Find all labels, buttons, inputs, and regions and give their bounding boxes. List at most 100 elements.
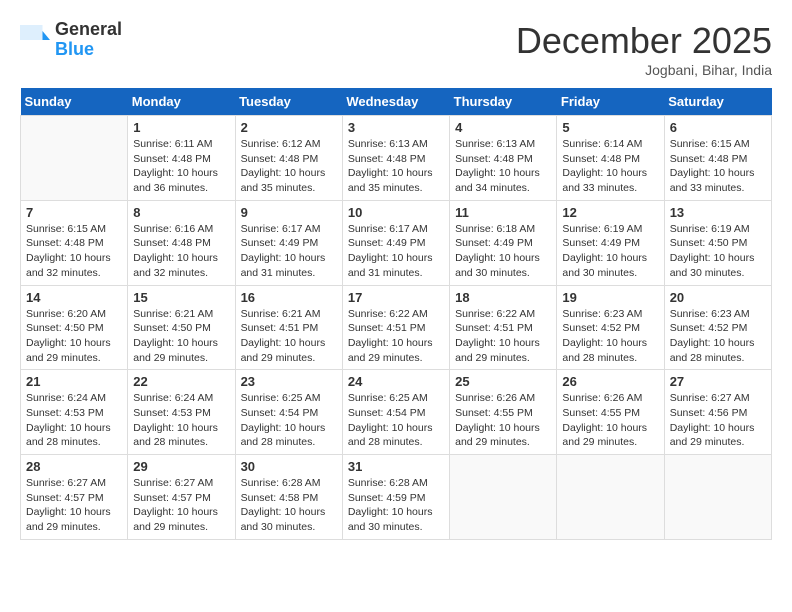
day-number: 5: [562, 120, 658, 135]
day-info: Sunrise: 6:22 AMSunset: 4:51 PMDaylight:…: [455, 307, 551, 366]
day-info: Sunrise: 6:20 AMSunset: 4:50 PMDaylight:…: [26, 307, 122, 366]
day-info: Sunrise: 6:15 AMSunset: 4:48 PMDaylight:…: [670, 137, 766, 196]
day-number: 17: [348, 290, 444, 305]
title-block: December 2025 Jogbani, Bihar, India: [516, 20, 772, 78]
calendar-cell: 26 Sunrise: 6:26 AMSunset: 4:55 PMDayligh…: [557, 370, 664, 455]
month-title: December 2025: [516, 20, 772, 62]
day-number: 8: [133, 205, 229, 220]
day-info: Sunrise: 6:25 AMSunset: 4:54 PMDaylight:…: [348, 391, 444, 450]
calendar-cell: 20 Sunrise: 6:23 AMSunset: 4:52 PMDayligh…: [664, 285, 771, 370]
calendar-cell: [557, 455, 664, 540]
day-info: Sunrise: 6:27 AMSunset: 4:57 PMDaylight:…: [26, 476, 122, 535]
day-number: 11: [455, 205, 551, 220]
week-row-1: 1Sunrise: 6:11 AMSunset: 4:48 PMDaylight…: [21, 116, 772, 201]
day-number: 31: [348, 459, 444, 474]
day-number: 23: [241, 374, 337, 389]
calendar-table: SundayMondayTuesdayWednesdayThursdayFrid…: [20, 88, 772, 540]
day-info: Sunrise: 6:28 AMSunset: 4:58 PMDaylight:…: [241, 476, 337, 535]
calendar-cell: 8 Sunrise: 6:16 AMSunset: 4:48 PMDaylight…: [128, 200, 235, 285]
day-info: Sunrise: 6:28 AMSunset: 4:59 PMDaylight:…: [348, 476, 444, 535]
day-number: 1: [133, 120, 229, 135]
day-info: Sunrise: 6:24 AMSunset: 4:53 PMDaylight:…: [26, 391, 122, 450]
logo-text: General Blue: [55, 20, 122, 60]
calendar-cell: 9 Sunrise: 6:17 AMSunset: 4:49 PMDaylight…: [235, 200, 342, 285]
day-info: Sunrise: 6:19 AMSunset: 4:50 PMDaylight:…: [670, 222, 766, 281]
day-info: Sunrise: 6:17 AMSunset: 4:49 PMDaylight:…: [348, 222, 444, 281]
week-row-3: 14 Sunrise: 6:20 AMSunset: 4:50 PMDayligh…: [21, 285, 772, 370]
day-info: Sunrise: 6:22 AMSunset: 4:51 PMDaylight:…: [348, 307, 444, 366]
day-info: Sunrise: 6:18 AMSunset: 4:49 PMDaylight:…: [455, 222, 551, 281]
day-number: 26: [562, 374, 658, 389]
day-number: 13: [670, 205, 766, 220]
calendar-header: SundayMondayTuesdayWednesdayThursdayFrid…: [21, 88, 772, 116]
calendar-cell: 27 Sunrise: 6:27 AMSunset: 4:56 PMDayligh…: [664, 370, 771, 455]
day-number: 16: [241, 290, 337, 305]
day-number: 7: [26, 205, 122, 220]
day-info: Sunrise: 6:21 AMSunset: 4:51 PMDaylight:…: [241, 307, 337, 366]
logo-icon: [20, 25, 50, 55]
calendar-cell: [664, 455, 771, 540]
calendar-cell: 18 Sunrise: 6:22 AMSunset: 4:51 PMDayligh…: [450, 285, 557, 370]
day-info: Sunrise: 6:26 AMSunset: 4:55 PMDaylight:…: [455, 391, 551, 450]
header-day-monday: Monday: [128, 88, 235, 116]
calendar-cell: 10 Sunrise: 6:17 AMSunset: 4:49 PMDayligh…: [342, 200, 449, 285]
day-number: 6: [670, 120, 766, 135]
day-number: 21: [26, 374, 122, 389]
day-info: Sunrise: 6:26 AMSunset: 4:55 PMDaylight:…: [562, 391, 658, 450]
day-info: Sunrise: 6:23 AMSunset: 4:52 PMDaylight:…: [670, 307, 766, 366]
calendar-body: 1Sunrise: 6:11 AMSunset: 4:48 PMDaylight…: [21, 116, 772, 540]
day-number: 28: [26, 459, 122, 474]
day-info: Sunrise: 6:19 AMSunset: 4:49 PMDaylight:…: [562, 222, 658, 281]
week-row-5: 28 Sunrise: 6:27 AMSunset: 4:57 PMDayligh…: [21, 455, 772, 540]
day-info: Sunrise: 6:17 AMSunset: 4:49 PMDaylight:…: [241, 222, 337, 281]
day-number: 30: [241, 459, 337, 474]
day-info: Sunrise: 6:24 AMSunset: 4:53 PMDaylight:…: [133, 391, 229, 450]
calendar-cell: 30 Sunrise: 6:28 AMSunset: 4:58 PMDayligh…: [235, 455, 342, 540]
calendar-cell: 21 Sunrise: 6:24 AMSunset: 4:53 PMDayligh…: [21, 370, 128, 455]
location: Jogbani, Bihar, India: [516, 62, 772, 78]
week-row-2: 7 Sunrise: 6:15 AMSunset: 4:48 PMDaylight…: [21, 200, 772, 285]
calendar-cell: 4Sunrise: 6:13 AMSunset: 4:48 PMDaylight…: [450, 116, 557, 201]
calendar-cell: [450, 455, 557, 540]
header-day-friday: Friday: [557, 88, 664, 116]
day-info: Sunrise: 6:15 AMSunset: 4:48 PMDaylight:…: [26, 222, 122, 281]
calendar-cell: 17 Sunrise: 6:22 AMSunset: 4:51 PMDayligh…: [342, 285, 449, 370]
day-number: 25: [455, 374, 551, 389]
calendar-cell: 22Sunrise: 6:24 AMSunset: 4:53 PMDayligh…: [128, 370, 235, 455]
day-number: 10: [348, 205, 444, 220]
calendar-cell: 23Sunrise: 6:25 AMSunset: 4:54 PMDayligh…: [235, 370, 342, 455]
day-number: 19: [562, 290, 658, 305]
header-day-saturday: Saturday: [664, 88, 771, 116]
calendar-cell: 19Sunrise: 6:23 AMSunset: 4:52 PMDayligh…: [557, 285, 664, 370]
header-day-sunday: Sunday: [21, 88, 128, 116]
header-day-tuesday: Tuesday: [235, 88, 342, 116]
day-info: Sunrise: 6:12 AMSunset: 4:48 PMDaylight:…: [241, 137, 337, 196]
day-info: Sunrise: 6:16 AMSunset: 4:48 PMDaylight:…: [133, 222, 229, 281]
day-number: 18: [455, 290, 551, 305]
day-info: Sunrise: 6:13 AMSunset: 4:48 PMDaylight:…: [348, 137, 444, 196]
day-number: 9: [241, 205, 337, 220]
calendar-cell: 15Sunrise: 6:21 AMSunset: 4:50 PMDayligh…: [128, 285, 235, 370]
calendar-cell: 12 Sunrise: 6:19 AMSunset: 4:49 PMDayligh…: [557, 200, 664, 285]
day-number: 15: [133, 290, 229, 305]
day-number: 20: [670, 290, 766, 305]
day-number: 3: [348, 120, 444, 135]
day-number: 14: [26, 290, 122, 305]
calendar-cell: 7 Sunrise: 6:15 AMSunset: 4:48 PMDaylight…: [21, 200, 128, 285]
calendar-cell: 29Sunrise: 6:27 AMSunset: 4:57 PMDayligh…: [128, 455, 235, 540]
calendar-cell: 14 Sunrise: 6:20 AMSunset: 4:50 PMDayligh…: [21, 285, 128, 370]
week-row-4: 21 Sunrise: 6:24 AMSunset: 4:53 PMDayligh…: [21, 370, 772, 455]
calendar-cell: 11 Sunrise: 6:18 AMSunset: 4:49 PMDayligh…: [450, 200, 557, 285]
calendar-cell: 6 Sunrise: 6:15 AMSunset: 4:48 PMDaylight…: [664, 116, 771, 201]
day-info: Sunrise: 6:27 AMSunset: 4:56 PMDaylight:…: [670, 391, 766, 450]
day-number: 24: [348, 374, 444, 389]
day-number: 2: [241, 120, 337, 135]
calendar-cell: 13 Sunrise: 6:19 AMSunset: 4:50 PMDayligh…: [664, 200, 771, 285]
calendar-cell: 25 Sunrise: 6:26 AMSunset: 4:55 PMDayligh…: [450, 370, 557, 455]
day-info: Sunrise: 6:27 AMSunset: 4:57 PMDaylight:…: [133, 476, 229, 535]
day-number: 12: [562, 205, 658, 220]
day-number: 4: [455, 120, 551, 135]
header-row: SundayMondayTuesdayWednesdayThursdayFrid…: [21, 88, 772, 116]
calendar-cell: 1Sunrise: 6:11 AMSunset: 4:48 PMDaylight…: [128, 116, 235, 201]
day-number: 27: [670, 374, 766, 389]
